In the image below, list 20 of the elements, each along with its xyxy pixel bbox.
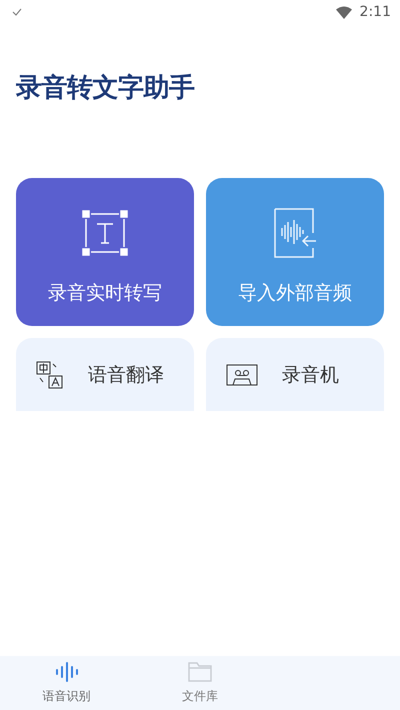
translate-icon bbox=[36, 360, 64, 388]
nav-tab[interactable]: 文件库 bbox=[133, 656, 267, 710]
nav-tab[interactable]: 语音识别 bbox=[0, 656, 134, 710]
feature-card[interactable]: 导入外部音频 bbox=[206, 178, 384, 326]
text-box-icon bbox=[82, 210, 128, 256]
card-label: 录音机 bbox=[282, 362, 339, 388]
feature-card[interactable]: 语音翻译 bbox=[16, 338, 194, 411]
app-title: 录音转文字助手 bbox=[16, 72, 196, 104]
card-label: 录音实时转写 bbox=[48, 281, 162, 306]
check-icon bbox=[12, 8, 22, 16]
feature-card[interactable]: 录音实时转写 bbox=[16, 178, 194, 326]
audio-import-icon bbox=[273, 208, 317, 258]
sound-wave-icon bbox=[54, 662, 79, 682]
feature-card[interactable]: 录音机 bbox=[206, 338, 384, 411]
card-label: 导入外部音频 bbox=[238, 281, 352, 306]
card-label: 语音翻译 bbox=[88, 362, 164, 388]
folder-icon bbox=[188, 662, 212, 682]
wifi-icon bbox=[336, 6, 352, 18]
cassette-icon bbox=[226, 364, 258, 386]
clock-time: 2:11 bbox=[360, 4, 391, 20]
